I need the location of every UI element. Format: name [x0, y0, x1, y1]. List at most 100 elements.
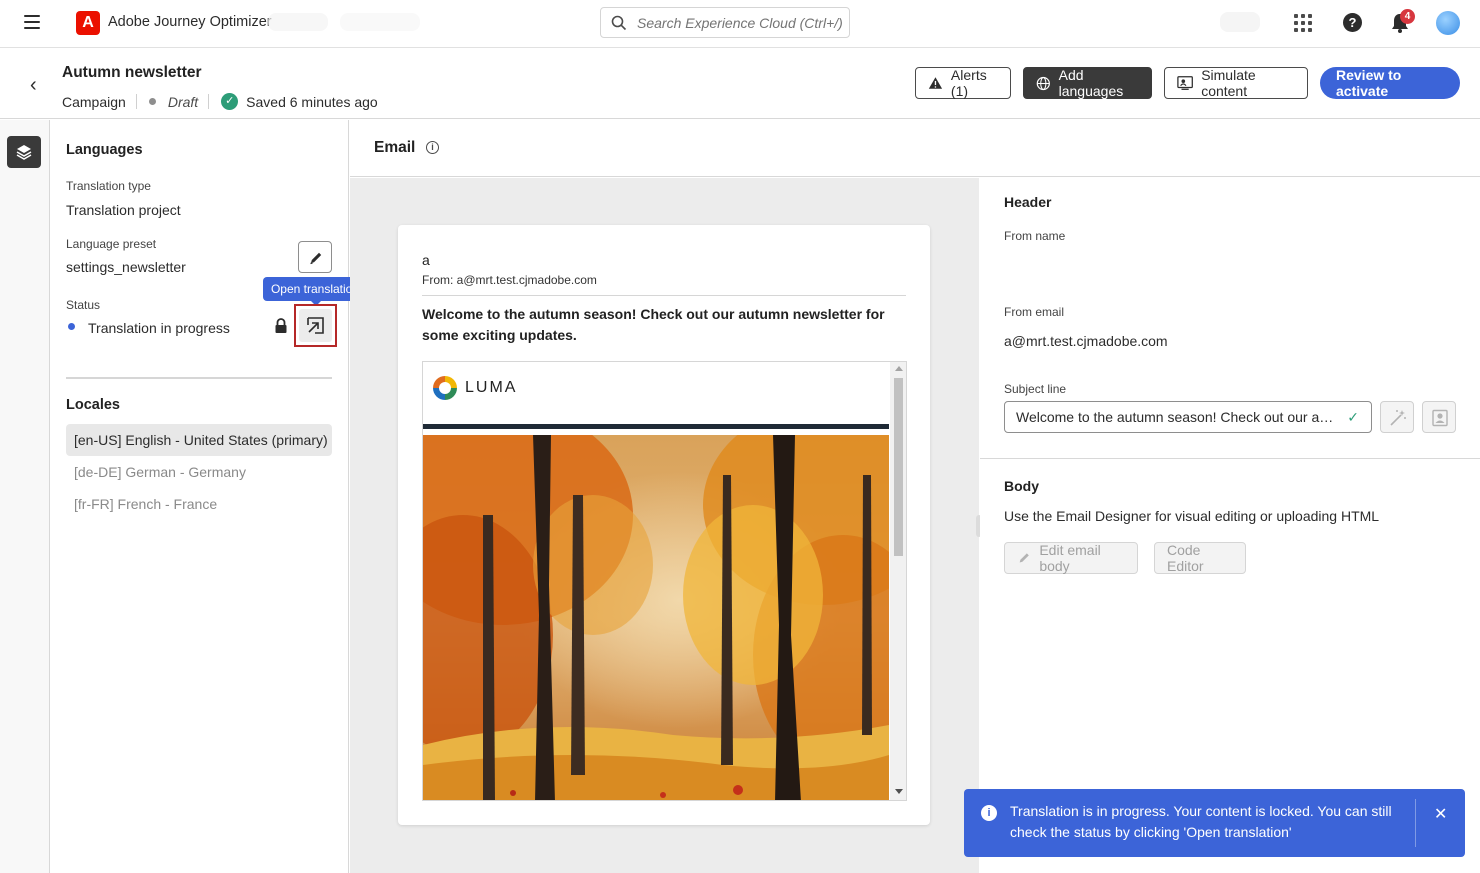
preview-scrollbar[interactable]	[890, 362, 906, 800]
checkmark-icon: ✓	[221, 93, 239, 110]
alerts-label: Alerts (1)	[950, 67, 987, 99]
preview-from-name: a	[422, 252, 430, 268]
review-to-activate-button[interactable]: Review to activate	[1320, 67, 1460, 99]
info-icon: i	[981, 805, 997, 821]
close-icon[interactable]: ✕	[1434, 804, 1447, 824]
divider	[208, 94, 210, 109]
help-icon[interactable]: ?	[1343, 13, 1362, 32]
simulate-label: Simulate content	[1201, 67, 1256, 99]
from-name-label: From name	[1004, 229, 1066, 243]
scroll-up-icon[interactable]	[895, 366, 903, 371]
saved-status: Saved 6 minutes ago	[246, 93, 378, 110]
edit-email-body-label: Edit email body	[1039, 542, 1101, 574]
search-input[interactable]	[637, 12, 842, 34]
locale-item-en-us[interactable]: [en-US] English - United States (primary…	[66, 424, 332, 456]
blurred-help-field	[1220, 12, 1260, 32]
autumn-forest-image	[423, 435, 889, 800]
campaign-header: ‹ Autumn newsletter Campaign Draft ✓ Sav…	[0, 48, 1480, 119]
info-icon[interactable]: i	[426, 141, 439, 154]
add-languages-button[interactable]: Add languages	[1023, 67, 1152, 99]
globe-icon	[1036, 76, 1050, 90]
notification-badge: 4	[1400, 9, 1415, 24]
language-preset-value: settings_newsletter	[66, 259, 186, 275]
campaign-title: Autumn newsletter	[62, 64, 202, 81]
left-rail	[0, 120, 50, 873]
blurred-org-switcher	[268, 13, 328, 31]
status-value: Translation in progress	[88, 320, 230, 336]
email-settings-panel: Header From name From email a@mrt.test.c…	[980, 178, 1480, 873]
alerts-button[interactable]: Alerts (1)	[915, 67, 1011, 99]
email-body-preview: LUMA	[422, 361, 907, 801]
open-translation-button[interactable]	[294, 304, 337, 347]
email-section-header: Email i	[350, 120, 1480, 177]
simulate-icon	[1177, 76, 1193, 90]
email-title: Email	[374, 139, 416, 156]
translation-toast: i Translation is in progress. Your conte…	[964, 789, 1465, 857]
code-editor-label: Code Editor	[1167, 542, 1204, 574]
avatar[interactable]	[1436, 11, 1460, 35]
languages-title: Languages	[66, 142, 143, 158]
magic-wand-icon	[1390, 410, 1406, 426]
body-title: Body	[1004, 478, 1039, 494]
preview-from-address: From: a@mrt.test.cjmadobe.com	[422, 273, 597, 287]
status-label: Status	[66, 298, 101, 312]
language-preset-label: Language preset	[66, 237, 157, 251]
top-bar: A Adobe Journey Optimizer ? 4	[0, 0, 1480, 48]
campaign-meta: Campaign Draft ✓ Saved 6 minutes ago	[62, 93, 378, 110]
alert-triangle-icon	[928, 77, 943, 89]
from-email-value: a@mrt.test.cjmadobe.com	[1004, 333, 1168, 349]
global-search	[600, 7, 850, 38]
translation-type-label: Translation type	[66, 179, 151, 193]
edit-preset-button[interactable]	[298, 241, 332, 273]
review-label: Review to activate	[1336, 67, 1402, 99]
preview-subject: Welcome to the autumn season! Check out …	[422, 306, 885, 343]
divider	[422, 295, 906, 296]
email-preview-card: a From: a@mrt.test.cjmadobe.com Welcome …	[398, 225, 930, 825]
subject-line-field[interactable]: Welcome to the autumn season! Check out …	[1004, 401, 1372, 433]
languages-panel: Languages Translation type Translation p…	[50, 120, 367, 873]
divider	[1415, 799, 1416, 847]
draft-status-dot	[148, 98, 156, 105]
code-editor-button[interactable]: Code Editor	[1154, 542, 1246, 574]
divider	[980, 458, 1480, 459]
divider	[66, 377, 332, 379]
add-languages-label: Add languages	[1058, 67, 1124, 99]
divider	[135, 94, 137, 109]
open-in-icon	[307, 317, 324, 334]
header-title: Header	[1004, 194, 1052, 210]
adobe-logo: A	[76, 11, 100, 35]
campaign-state: Draft	[167, 93, 199, 110]
search-icon	[611, 15, 627, 31]
locale-item-fr-fr[interactable]: [fr-FR] French - France	[66, 488, 332, 520]
edit-email-body-button[interactable]: Edit email body	[1004, 542, 1138, 574]
status-dot	[68, 323, 75, 330]
locales-title: Locales	[66, 397, 120, 413]
personalization-button[interactable]	[1422, 401, 1456, 433]
toast-message: Translation is in progress. Your content…	[1010, 803, 1392, 840]
subject-line-label: Subject line	[1004, 382, 1067, 396]
app-title: Adobe Journey Optimizer	[108, 14, 272, 30]
layers-button[interactable]	[7, 136, 41, 168]
scroll-thumb[interactable]	[894, 378, 903, 556]
subject-line-value: Welcome to the autumn season! Check out …	[1016, 409, 1336, 425]
header-bar	[423, 424, 889, 429]
email-preview-canvas: a From: a@mrt.test.cjmadobe.com Welcome …	[350, 178, 979, 873]
apps-grid-icon[interactable]	[1294, 14, 1312, 32]
scroll-down-icon[interactable]	[895, 789, 903, 794]
valid-check-icon: ✓	[1347, 409, 1359, 425]
ai-assistant-button[interactable]	[1380, 401, 1414, 433]
back-chevron-icon[interactable]: ‹	[30, 74, 37, 97]
luma-logo-icon	[433, 376, 457, 400]
locale-item-de-de[interactable]: [de-DE] German - Germany	[66, 456, 332, 488]
personalization-icon	[1432, 409, 1448, 427]
menu-icon[interactable]	[24, 15, 40, 29]
layers-icon	[16, 145, 32, 160]
simulate-content-button[interactable]: Simulate content	[1164, 67, 1308, 99]
body-description: Use the Email Designer for visual editin…	[1004, 508, 1380, 524]
blurred-sandbox-switcher	[340, 13, 420, 31]
open-translation-button-inner	[299, 309, 332, 342]
campaign-type: Campaign	[62, 93, 126, 110]
translation-type-value: Translation project	[66, 202, 181, 218]
luma-brand-text: LUMA	[465, 379, 518, 396]
pencil-icon	[1019, 553, 1029, 563]
